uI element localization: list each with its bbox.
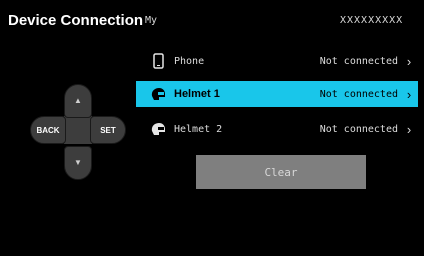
dpad: ▲ BACK SET ▼ (30, 84, 126, 180)
chevron-up-icon: ▲ (74, 96, 82, 105)
device-name: Helmet 2 (174, 123, 223, 135)
device-name: Phone (174, 55, 205, 67)
clear-button[interactable]: Clear (196, 155, 366, 189)
dpad-down-button[interactable]: ▼ (64, 146, 92, 180)
helmet-icon (148, 119, 168, 139)
device-status: Not connected (319, 55, 398, 67)
helmet-icon (148, 84, 168, 104)
chevron-right-icon: › (406, 53, 412, 69)
device-status: Not connected (319, 123, 398, 135)
chevron-right-icon: › (406, 121, 412, 137)
back-button[interactable]: BACK (30, 116, 66, 144)
chevron-down-icon: ▼ (74, 158, 82, 167)
dpad-center (64, 116, 92, 144)
list-item-phone[interactable]: Phone Not connected › (136, 48, 418, 74)
device-id: XXXXXXXXX (340, 15, 404, 26)
my-label: My (145, 15, 158, 26)
page-title: Device Connection (8, 12, 144, 29)
phone-icon (148, 51, 168, 71)
dpad-up-button[interactable]: ▲ (64, 84, 92, 118)
chevron-right-icon: › (406, 86, 412, 102)
list-item-helmet-2[interactable]: Helmet 2 Not connected › (136, 116, 418, 142)
device-status: Not connected (319, 88, 398, 100)
set-button[interactable]: SET (90, 116, 126, 144)
device-name: Helmet 1 (174, 88, 220, 100)
list-item-helmet-1[interactable]: Helmet 1 Not connected › (136, 81, 418, 107)
